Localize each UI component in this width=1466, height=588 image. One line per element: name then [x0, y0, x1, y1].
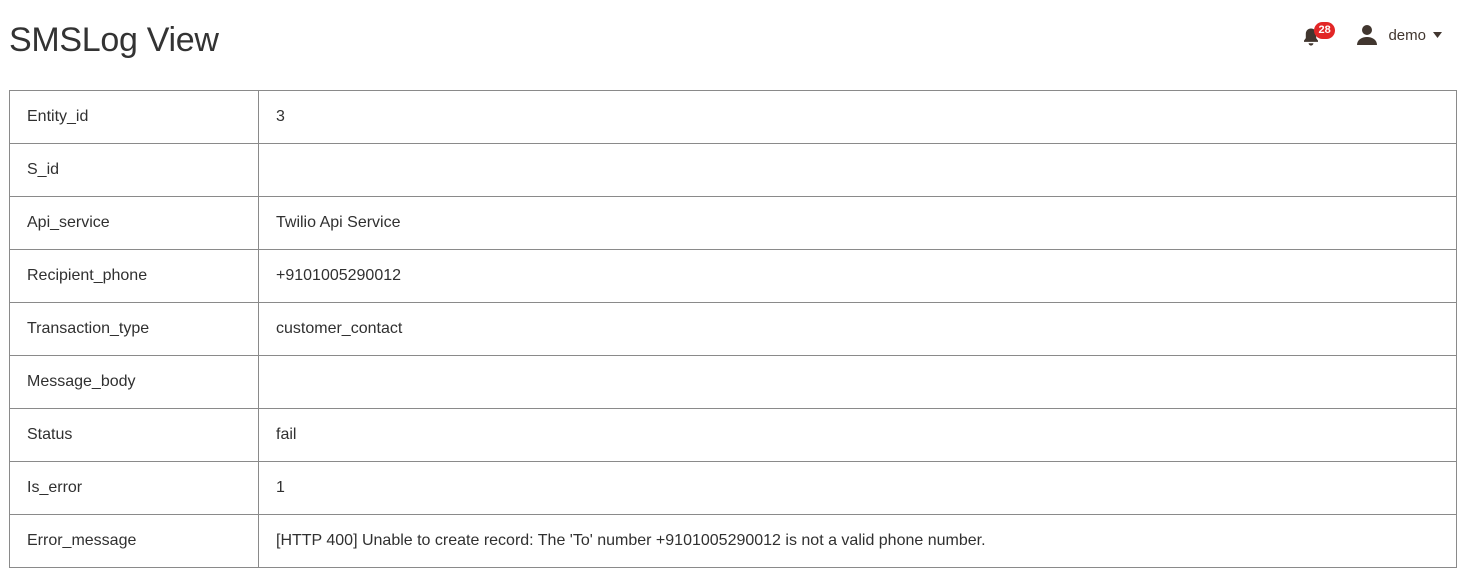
field-value [258, 355, 1457, 409]
user-name: demo [1388, 26, 1426, 44]
field-value: +9101005290012 [258, 249, 1457, 303]
field-label: Entity_id [9, 90, 259, 144]
table-row: Is_error 1 [9, 461, 1457, 515]
table-row: Message_body [9, 355, 1457, 409]
notifications-button[interactable]: 28 [1300, 20, 1335, 50]
caret-down-icon [1433, 32, 1442, 38]
table-row: Status fail [9, 408, 1457, 462]
field-value: Twilio Api Service [258, 196, 1457, 250]
table-row: Entity_id 3 [9, 90, 1457, 144]
field-value: [HTTP 400] Unable to create record: The … [258, 514, 1457, 568]
field-label: Transaction_type [9, 302, 259, 356]
user-menu[interactable]: demo [1356, 24, 1442, 46]
user-icon [1356, 24, 1378, 46]
notification-count-badge: 28 [1314, 22, 1335, 39]
field-label: Error_message [9, 514, 259, 568]
smslog-details-table: Entity_id 3 S_id Api_service Twilio Api … [9, 90, 1457, 568]
header-actions: 28 demo [1300, 20, 1442, 50]
field-value: 1 [258, 461, 1457, 515]
table-row: S_id [9, 143, 1457, 197]
table-row: Error_message [HTTP 400] Unable to creat… [9, 514, 1457, 568]
field-label: Status [9, 408, 259, 462]
field-label: Message_body [9, 355, 259, 409]
field-label: S_id [9, 143, 259, 197]
field-label: Api_service [9, 196, 259, 250]
field-label: Is_error [9, 461, 259, 515]
table-row: Transaction_type customer_contact [9, 302, 1457, 356]
field-value [258, 143, 1457, 197]
field-value: 3 [258, 90, 1457, 144]
field-value: fail [258, 408, 1457, 462]
table-row: Api_service Twilio Api Service [9, 196, 1457, 250]
field-label: Recipient_phone [9, 249, 259, 303]
field-value: customer_contact [258, 302, 1457, 356]
table-row: Recipient_phone +9101005290012 [9, 249, 1457, 303]
page-title: SMSLog View [9, 21, 219, 59]
